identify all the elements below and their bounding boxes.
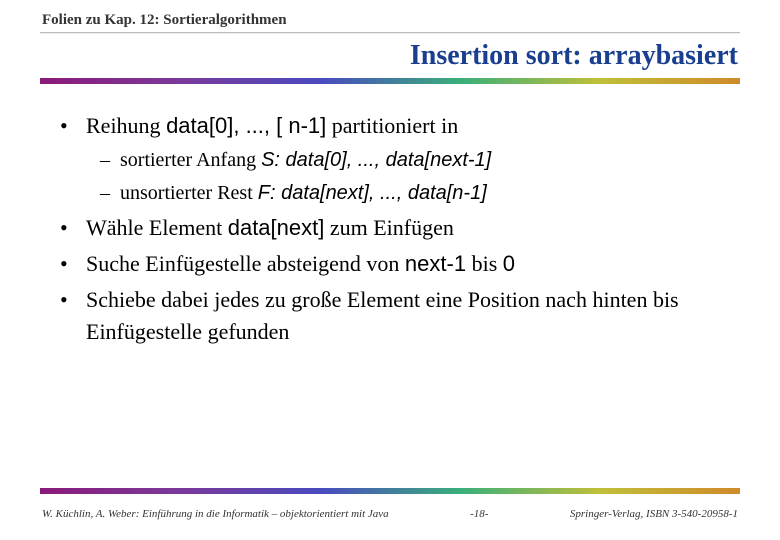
header-rule — [40, 32, 740, 34]
header-label: Folien zu Kap. 12: Sortieralgorithmen — [42, 12, 287, 29]
bullet-3: • Suche Einfügestelle absteigend von nex… — [60, 248, 730, 280]
subbullet-dash: – — [100, 146, 120, 175]
bullet-dot: • — [60, 110, 86, 142]
subbullet-1: – sortierter Anfang S: data[0], ..., dat… — [100, 146, 730, 175]
bullet-1-text-post: partitioniert in — [326, 113, 458, 138]
slide-content: • Reihung data[0], ..., [ n-1] partition… — [60, 110, 730, 351]
subbullet-2-text: unsortierter Rest — [120, 182, 258, 204]
bullet-2-text-post: zum Einfügen — [324, 215, 454, 240]
subbullet-dash: – — [100, 179, 120, 208]
footer-gradient-bar — [40, 488, 740, 494]
footer: W. Küchlin, A. Weber: Einführung in die … — [42, 508, 738, 520]
bullet-4: • Schiebe dabei jedes zu große Element e… — [60, 284, 730, 348]
bullet-2-code: data[next] — [228, 215, 325, 240]
footer-right: Springer-Verlag, ISBN 3-540-20958-1 — [570, 508, 738, 520]
subbullet-2-code: F: data[next], ..., data[n-1] — [258, 182, 487, 204]
bullet-1: • Reihung data[0], ..., [ n-1] partition… — [60, 110, 730, 142]
footer-left: W. Küchlin, A. Weber: Einführung in die … — [42, 508, 389, 520]
bullet-3-text-mid: bis — [466, 251, 503, 276]
bullet-3-text-pre: Suche Einfügestelle absteigend von — [86, 251, 405, 276]
footer-page-number: -18- — [470, 508, 488, 520]
bullet-3-code-1: next-1 — [405, 251, 466, 276]
slide-title: Insertion sort: arraybasiert — [410, 40, 738, 72]
bullet-1-text-pre: Reihung — [86, 113, 166, 138]
bullet-dot: • — [60, 284, 86, 348]
bullet-4-text: Schiebe dabei jedes zu große Element ein… — [86, 287, 679, 344]
bullet-dot: • — [60, 212, 86, 244]
title-gradient-bar — [40, 78, 740, 84]
subbullet-2: – unsortierter Rest F: data[next], ..., … — [100, 179, 730, 208]
bullet-3-code-2: 0 — [503, 251, 515, 276]
bullet-2-text-pre: Wähle Element — [86, 215, 228, 240]
bullet-1-code: data[0], ..., [ n-1] — [166, 113, 326, 138]
bullet-2: • Wähle Element data[next] zum Einfügen — [60, 212, 730, 244]
subbullet-1-text: sortierter Anfang — [120, 149, 261, 171]
subbullet-1-code: S: data[0], ..., data[next-1] — [261, 149, 491, 171]
bullet-dot: • — [60, 248, 86, 280]
